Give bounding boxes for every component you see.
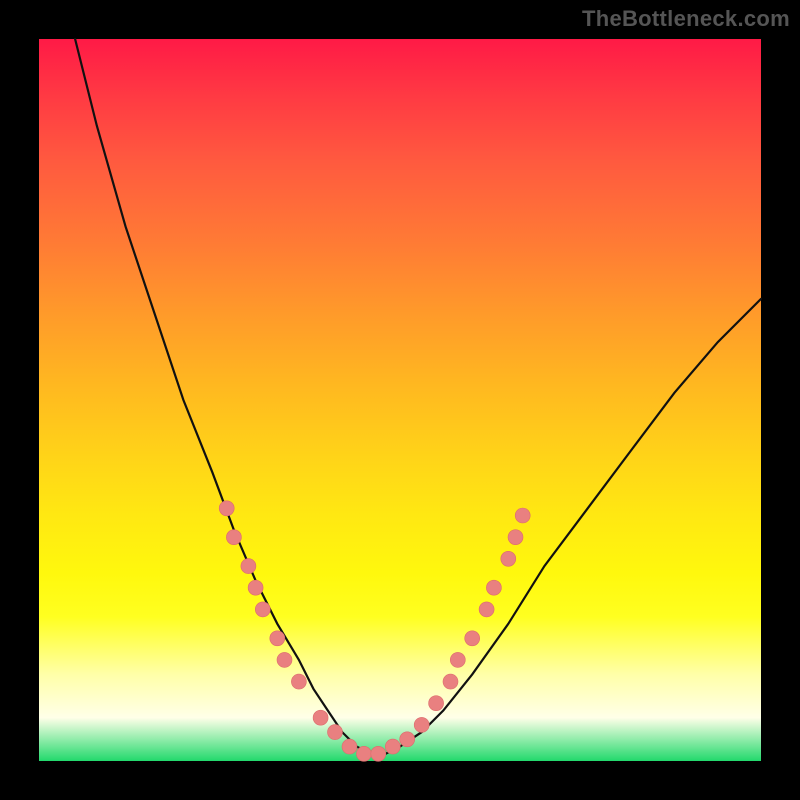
- data-point: [479, 602, 494, 617]
- data-point: [356, 746, 371, 761]
- data-point: [277, 652, 292, 667]
- data-point: [508, 530, 523, 545]
- chart-frame: TheBottleneck.com: [0, 0, 800, 800]
- watermark-text: TheBottleneck.com: [582, 6, 790, 32]
- plot-area: [39, 39, 761, 761]
- data-point: [248, 580, 263, 595]
- data-point: [342, 739, 357, 754]
- data-point: [226, 530, 241, 545]
- data-point: [313, 710, 328, 725]
- data-point: [270, 631, 285, 646]
- data-point: [371, 746, 386, 761]
- data-points-group: [219, 501, 530, 762]
- data-point: [515, 508, 530, 523]
- data-point: [400, 732, 415, 747]
- data-point: [385, 739, 400, 754]
- data-point: [219, 501, 234, 516]
- data-point: [241, 559, 256, 574]
- bottleneck-curve: [75, 39, 761, 754]
- data-point: [429, 696, 444, 711]
- curve-svg: [39, 39, 761, 761]
- data-point: [465, 631, 480, 646]
- data-point: [255, 602, 270, 617]
- data-point: [291, 674, 306, 689]
- data-point: [450, 652, 465, 667]
- data-point: [443, 674, 458, 689]
- data-point: [501, 551, 516, 566]
- data-point: [328, 725, 343, 740]
- data-point: [486, 580, 501, 595]
- data-point: [414, 717, 429, 732]
